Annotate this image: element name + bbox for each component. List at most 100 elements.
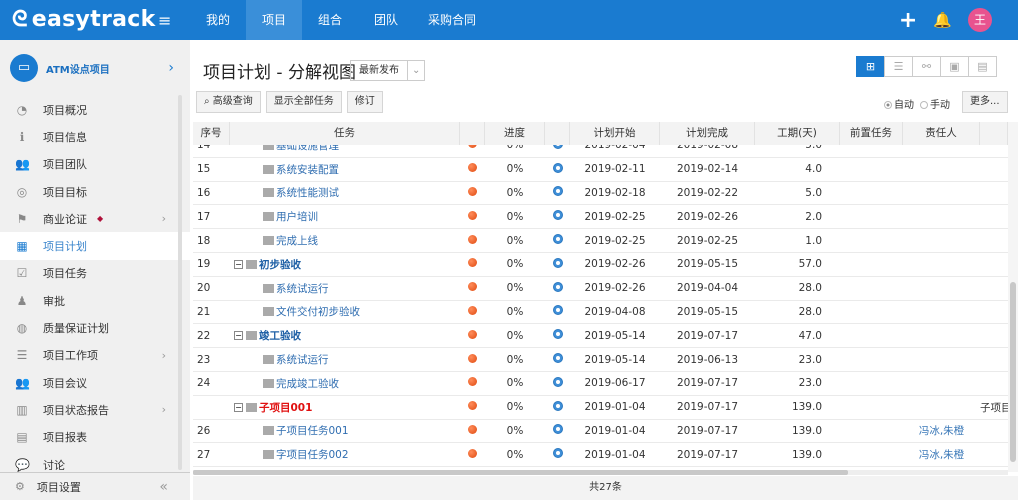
column-header[interactable]: 工期(天) [755, 122, 840, 145]
table-row[interactable]: − 子项目001 0% 2019-01-04 2019-07-17 139.0 子项目 [193, 396, 1008, 420]
radio-icon [884, 101, 892, 109]
column-header[interactable]: 前置任务 [840, 122, 903, 145]
logo[interactable]: ᘓ easytrack [12, 7, 156, 32]
task-name[interactable]: 字项目任务002 [230, 447, 460, 462]
plan-start: 2019-02-18 [584, 186, 646, 199]
table-row[interactable]: 16 系统性能测试 0% 2019-02-18 2019-02-22 5.0 [193, 182, 1008, 206]
radio-auto[interactable]: 自动 [884, 96, 914, 111]
sidebar-item-10[interactable]: 👥 项目会议 [0, 369, 190, 396]
column-header[interactable]: 序号 [193, 122, 230, 145]
task-label: 子项目001 [259, 401, 313, 414]
column-header[interactable] [980, 122, 1008, 145]
hamburger-menu-icon[interactable]: ≡ [158, 11, 171, 30]
nav-item-2[interactable]: 组合 [302, 0, 358, 40]
task-name[interactable]: 系统性能测试 [230, 185, 460, 200]
task-label: 完成上线 [276, 235, 318, 248]
collapse-icon[interactable]: « [159, 479, 168, 495]
sidebar-item-2[interactable]: 👥 项目团队 [0, 151, 190, 178]
progress: 0% [506, 210, 524, 223]
sidebar-item-8[interactable]: ◍ 质量保证计划 [0, 314, 190, 341]
more-button[interactable]: 更多... [962, 91, 1008, 113]
network-view-icon[interactable]: ⚯ [912, 56, 941, 77]
avatar[interactable]: 王 [968, 8, 992, 32]
chevron-right-icon: › [161, 348, 166, 362]
sidebar-item-7[interactable]: ♟ 审批 [0, 287, 190, 314]
table-row[interactable]: 17 用户培训 0% 2019-02-25 2019-02-26 2.0 [193, 205, 1008, 230]
add-icon[interactable]: + [899, 8, 917, 33]
task-name[interactable]: 文件交付初步验收 [230, 304, 460, 319]
table-row[interactable]: 15 系统安装配置 0% 2019-02-11 2019-02-14 4.0 [193, 158, 1008, 182]
breakdown-view-icon[interactable]: ⊞ [856, 56, 885, 77]
task-name[interactable]: 系统试运行 [230, 352, 460, 367]
duration: 139.0 [791, 401, 822, 414]
task-name[interactable]: 子项目任务001 [230, 423, 460, 438]
nav-item-3[interactable]: 团队 [358, 0, 414, 40]
column-header[interactable]: 进度 [485, 122, 545, 145]
revise-button[interactable]: 修订 [346, 91, 383, 113]
sidebar-item-4[interactable]: ⚑ 商业论证 ◆ › [0, 205, 190, 232]
table-row[interactable]: 21 文件交付初步验收 0% 2019-04-08 2019-05-15 28.0 [193, 301, 1008, 325]
column-header[interactable]: 任务 [230, 122, 460, 145]
status-red-dot-icon [468, 234, 477, 244]
task-name[interactable]: − 子项目001 [230, 400, 460, 415]
table-row[interactable]: 26 子项目任务001 0% 2019-01-04 2019-07-17 139.0 冯冰,… [193, 420, 1008, 444]
table-row[interactable]: 23 系统试运行 0% 2019-05-14 2019-06-13 23.0 [193, 348, 1008, 372]
table-row[interactable]: 27 字项目任务002 0% 2019-01-04 2019-07-17 139.0 冯冰,… [193, 443, 1008, 468]
sidebar-item-11[interactable]: ▥ 项目状态报告 › [0, 396, 190, 423]
task-name[interactable]: − 初步验收 [230, 257, 460, 272]
table-row[interactable]: 19 − 初步验收 0% 2019-02-26 2019-05-15 57.0 [193, 253, 1008, 277]
calendar-view-icon[interactable]: ▣ [940, 56, 969, 77]
sidebar-scrollbar[interactable] [178, 95, 182, 470]
sidebar-item-3[interactable]: ◎ 项目目标 [0, 178, 190, 205]
nav-item-0[interactable]: 我的 [190, 0, 246, 40]
table-row[interactable]: 24 完成竣工验收 0% 2019-06-17 2019-07-17 23.0 [193, 372, 1008, 396]
task-name[interactable]: 系统试运行 [230, 281, 460, 296]
task-icon [246, 402, 257, 412]
task-name[interactable]: − 竣工验收 [230, 328, 460, 343]
column-header[interactable]: 计划完成 [660, 122, 755, 145]
column-header[interactable]: 计划开始 [570, 122, 660, 145]
radio-manual[interactable]: 手动 [920, 96, 950, 111]
bell-icon[interactable]: 🔔 [933, 11, 952, 29]
type-cell [545, 424, 570, 437]
advanced-search-button[interactable]: ⌕ 高级查询 [196, 91, 261, 113]
sidebar-item-1[interactable]: ℹ 项目信息 [0, 123, 190, 150]
column-header[interactable] [460, 122, 485, 145]
sidebar-item-label: 质量保证计划 [43, 322, 109, 336]
sidebar-item-6[interactable]: ☑ 项目任务 [0, 260, 190, 287]
task-name[interactable]: 系统安装配置 [230, 162, 460, 177]
card-view-icon[interactable]: ▤ [968, 56, 997, 77]
owner[interactable]: 冯冰,朱橙 [903, 423, 980, 438]
table-row[interactable]: 20 系统试运行 0% 2019-02-26 2019-04-04 28.0 [193, 277, 1008, 301]
progress: 0% [506, 353, 524, 366]
task-name[interactable]: 完成上线 [230, 233, 460, 248]
task-name[interactable]: 用户培训 [230, 209, 460, 224]
collapse-toggle-icon[interactable]: − [234, 259, 243, 269]
task-type-icon [552, 210, 563, 221]
column-header[interactable] [545, 122, 570, 145]
sidebar-item-0[interactable]: ◔ 项目概况 [0, 96, 190, 123]
sidebar-item-12[interactable]: ▤ 项目报表 [0, 424, 190, 451]
gantt-view-icon[interactable]: ☰ [884, 56, 913, 77]
nav-item-4[interactable]: 采购合同 [414, 0, 490, 40]
column-header[interactable]: 责任人 [903, 122, 980, 145]
project-selector[interactable]: ▭ ATM设点项目 › [0, 40, 190, 96]
version-select[interactable]: 最新发布 ⌄ [350, 60, 426, 81]
owner[interactable]: 冯冰,朱橙 [903, 447, 980, 462]
type-cell [545, 305, 570, 318]
table-row[interactable]: 18 完成上线 0% 2019-02-25 2019-02-25 1.0 [193, 229, 1008, 253]
sidebar-item-5[interactable]: ▦ 项目计划 [0, 232, 190, 260]
task-icon [246, 331, 257, 341]
duration: 1.0 [805, 234, 822, 247]
collapse-toggle-icon[interactable]: − [234, 402, 243, 412]
sidebar-item-settings[interactable]: ⚙ 项目设置 « [0, 472, 190, 500]
collapse-toggle-icon[interactable]: − [234, 331, 243, 341]
sidebar-item-9[interactable]: ☰ 项目工作项 › [0, 342, 190, 369]
nav-item-1[interactable]: 项目 [246, 0, 302, 40]
vertical-scrollbar[interactable] [1008, 122, 1018, 472]
show-all-tasks-button[interactable]: 显示全部任务 [265, 91, 342, 113]
table-row[interactable]: 22 − 竣工验收 0% 2019-05-14 2019-07-17 47.0 [193, 324, 1008, 349]
horizontal-scrollbar[interactable] [193, 470, 1008, 475]
task-name[interactable]: 完成竣工验收 [230, 376, 460, 391]
row-seq: 21 [197, 305, 211, 318]
